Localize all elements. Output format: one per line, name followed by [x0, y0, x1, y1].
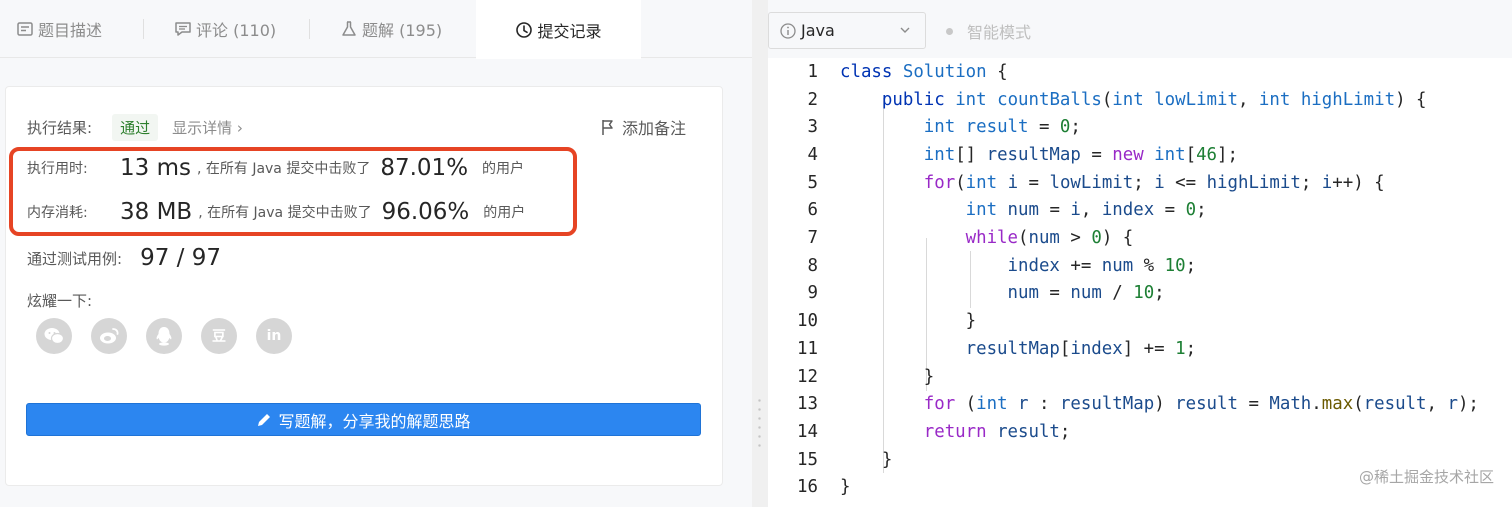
code-text: } [840, 477, 851, 498]
info-icon [780, 22, 796, 39]
line-number: 15 [797, 449, 818, 470]
code-line: 5 for(int i = lowLimit; i <= highLimit; … [768, 169, 1512, 197]
result-label: 执行结果: [27, 119, 93, 137]
line-number: 8 [807, 255, 818, 276]
code-text: for(int i = lowLimit; i <= highLimit; i+… [923, 172, 1385, 193]
line-number: 13 [797, 394, 818, 415]
line-number: 9 [807, 283, 818, 304]
line-number: 2 [807, 89, 818, 110]
smart-mode-label: 智能模式 [967, 23, 1032, 42]
code-line: 13 for (int r : resultMap) result = Math… [768, 390, 1512, 418]
code-line: 9 num = num / 10; [768, 280, 1512, 308]
code-line: 11 resultMap[index] += 1; [768, 335, 1512, 363]
linkedin-glyph: in [266, 328, 282, 344]
share-icon-group: 豆 in [36, 318, 311, 354]
drag-handle[interactable] [758, 396, 761, 452]
editor-toolbar: Java 智能模式 [768, 0, 1512, 58]
code-text: num = num / 10; [1007, 283, 1165, 304]
code-area[interactable]: 1 class Solution { 2 public int countBall… [768, 58, 1512, 507]
share-row: 炫耀一下: [27, 290, 92, 311]
code-text: } [840, 366, 935, 387]
flag-icon [602, 120, 613, 135]
tab-comments[interactable]: 评论 (110) [174, 0, 276, 58]
code-text: } [840, 311, 977, 332]
code-text: int result = 0; [923, 117, 1081, 138]
tab-submissions[interactable]: 提交记录 [476, 0, 641, 59]
douban-icon[interactable]: 豆 [201, 318, 237, 354]
code-editor-panel: Java 智能模式 1 class Solution { 2 public int… [768, 0, 1512, 507]
code-line: 14 return result; [768, 418, 1512, 446]
code-text: public int countBalls(int lowLimit, int … [881, 89, 1427, 110]
code-text: resultMap[index] += 1; [965, 338, 1197, 359]
tab-divider [309, 19, 310, 39]
weibo-icon[interactable] [91, 318, 127, 354]
linkedin-icon[interactable]: in [256, 318, 292, 354]
qq-icon[interactable] [146, 318, 182, 354]
comment-icon [175, 22, 191, 36]
code-text: index += num % 10; [1007, 255, 1197, 276]
line-number: 1 [807, 61, 818, 82]
tab-submissions-label: 提交记录 [537, 21, 602, 41]
tab-bar: 题目描述 评论 (110) 题解 (195) 提交记录 [0, 0, 752, 59]
flask-icon [342, 21, 356, 36]
line-number: 11 [797, 338, 818, 359]
line-number: 14 [797, 421, 818, 442]
testcase-row: 通过测试用例: 97 / 97 [27, 245, 221, 271]
code-line: 6 int num = i, index = 0; [768, 197, 1512, 225]
code-line: 2 public int countBalls(int lowLimit, in… [768, 86, 1512, 114]
line-number: 3 [807, 117, 818, 138]
share-label: 炫耀一下: [27, 292, 93, 310]
code-text: int num = i, index = 0; [965, 200, 1207, 221]
line-number: 10 [797, 311, 818, 332]
testcase-value: 97 / 97 [140, 245, 221, 271]
clock-icon [516, 21, 533, 38]
wechat-icon[interactable] [36, 318, 72, 354]
description-icon [17, 22, 33, 36]
language-value: Java [801, 21, 835, 40]
pane-splitter[interactable] [752, 0, 768, 507]
result-row: 执行结果: 通过 显示详情 › [27, 114, 243, 141]
line-number: 12 [797, 366, 818, 387]
line-number: 6 [807, 200, 818, 221]
mode-dot-icon [946, 27, 953, 35]
status-badge: 通过 [112, 114, 159, 141]
highlight-annotation [9, 147, 577, 236]
pencil-icon [258, 413, 271, 426]
add-note-button[interactable]: 添加备注 [600, 115, 686, 139]
douban-glyph: 豆 [212, 329, 226, 345]
code-text: for (int r : resultMap) result = Math.ma… [923, 394, 1479, 415]
code-text: } [840, 449, 893, 470]
tab-divider [143, 19, 144, 39]
code-line: 10 } [768, 307, 1512, 335]
show-details-link[interactable]: 显示详情 › [172, 117, 243, 138]
code-line: 12 } [768, 363, 1512, 391]
code-line: 8 index += num % 10; [768, 252, 1512, 280]
code-line: 4 int[] resultMap = new int[46]; [768, 141, 1512, 169]
code-line: 7 while(num > 0) { [768, 224, 1512, 252]
tab-description-label: 题目描述 [38, 21, 103, 40]
code-text: class Solution { [840, 61, 1008, 82]
code-text: int[] resultMap = new int[46]; [923, 144, 1238, 165]
add-note-label: 添加备注 [621, 119, 686, 138]
tab-solutions-label: 题解 (195) [362, 21, 443, 40]
code-line: 3 int result = 0; [768, 113, 1512, 141]
write-solution-label: 写题解，分享我的解题思路 [278, 411, 471, 431]
line-number: 5 [807, 172, 818, 193]
tab-description[interactable]: 题目描述 [16, 0, 102, 58]
line-number: 7 [807, 228, 818, 249]
code-text: return result; [923, 421, 1071, 442]
chevron-down-icon [900, 27, 910, 33]
code-line: 1 class Solution { [768, 58, 1512, 86]
testcase-label: 通过测试用例: [27, 249, 123, 268]
smart-mode-toggle[interactable]: 智能模式 [946, 19, 1031, 43]
submission-panel: 题目描述 评论 (110) 题解 (195) 提交记录 执行结果: 通过 显示详… [0, 0, 752, 507]
write-solution-button[interactable]: 写题解，分享我的解题思路 [26, 403, 701, 436]
line-number: 4 [807, 144, 818, 165]
line-number: 16 [797, 477, 818, 498]
tab-comments-label: 评论 (110) [196, 21, 277, 40]
tab-solutions[interactable]: 题解 (195) [340, 0, 442, 58]
language-select[interactable]: Java [768, 12, 926, 49]
code-text: while(num > 0) { [965, 228, 1134, 249]
watermark: @稀土掘金技术社区 [1354, 464, 1498, 489]
